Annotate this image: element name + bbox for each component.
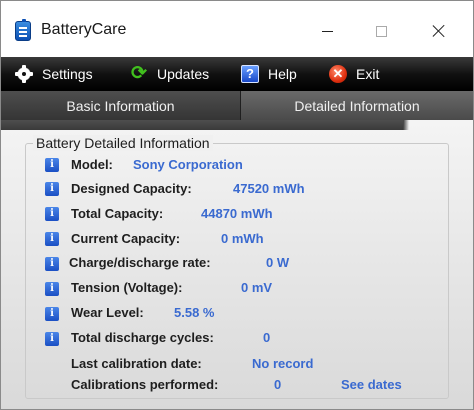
minimize-icon — [321, 30, 333, 32]
wear-level-value: 5.58 % — [174, 305, 215, 320]
tab-underline-fade — [403, 120, 409, 130]
discharge-cycles-value: 0 — [263, 330, 271, 345]
current-capacity-label: Current Capacity: — [71, 231, 181, 246]
exit-button[interactable]: ✕ Exit — [329, 57, 379, 91]
window-title: BatteryCare — [41, 21, 127, 38]
battery-app-icon — [15, 19, 31, 41]
info-icon: i — [45, 307, 59, 321]
batterycare-window: BatteryCare Settings ⟳ Updates ? Help ✕ … — [0, 0, 474, 410]
info-icon: i — [45, 207, 59, 221]
info-icon: i — [45, 158, 59, 172]
total-capacity-value: 44870 mWh — [201, 206, 273, 221]
toolbar: Settings ⟳ Updates ? Help ✕ Exit — [1, 57, 473, 91]
info-icon: i — [45, 257, 59, 271]
designed-capacity-label: Designed Capacity: — [71, 181, 192, 196]
group-title: Battery Detailed Information — [33, 135, 213, 151]
discharge-cycles-label: Total discharge cycles: — [71, 330, 214, 345]
settings-label: Settings — [42, 66, 93, 82]
see-dates-link[interactable]: See dates — [341, 377, 402, 392]
calibrations-performed-value: 0 — [274, 377, 282, 392]
maximize-button[interactable] — [359, 13, 403, 49]
info-icon: i — [45, 232, 59, 246]
wear-level-label: Wear Level: — [71, 305, 144, 320]
updates-button[interactable]: ⟳ Updates — [130, 57, 209, 91]
model-value: Sony Corporation — [133, 157, 243, 172]
voltage-label: Tension (Voltage): — [71, 280, 183, 295]
help-label: Help — [268, 66, 297, 82]
title-bar[interactable]: BatteryCare — [1, 1, 473, 57]
tab-detailed-information[interactable]: Detailed Information — [241, 91, 473, 120]
last-calibration-label: Last calibration date: — [71, 356, 202, 371]
settings-button[interactable]: Settings — [15, 57, 93, 91]
calibrations-performed-label: Calibrations performed: — [71, 377, 219, 392]
info-icon: i — [45, 182, 59, 196]
charge-rate-value: 0 W — [266, 255, 290, 270]
close-button[interactable] — [417, 13, 461, 49]
maximize-icon — [375, 25, 387, 37]
help-icon: ? — [241, 65, 259, 83]
gear-icon — [15, 65, 33, 83]
info-icon: i — [45, 332, 59, 346]
last-calibration-value: No record — [252, 356, 314, 371]
total-capacity-label: Total Capacity: — [71, 206, 164, 221]
exit-label: Exit — [356, 66, 380, 82]
model-label: Model: — [71, 157, 113, 172]
updates-label: Updates — [157, 66, 210, 82]
tab-basic-information[interactable]: Basic Information — [1, 91, 240, 120]
minimize-button[interactable] — [305, 13, 349, 49]
charge-rate-label: Charge/discharge rate: — [69, 255, 211, 270]
designed-capacity-value: 47520 mWh — [233, 181, 305, 196]
tab-strip: Basic Information Detailed Information — [1, 91, 473, 120]
refresh-icon: ⟳ — [131, 63, 147, 84]
tab-underline-bar — [1, 120, 403, 130]
voltage-value: 0 mV — [241, 280, 273, 295]
current-capacity-value: 0 mWh — [221, 231, 264, 246]
close-icon — [432, 24, 446, 38]
info-icon: i — [45, 282, 59, 296]
exit-icon: ✕ — [329, 65, 347, 83]
help-button[interactable]: ? Help — [241, 57, 297, 91]
